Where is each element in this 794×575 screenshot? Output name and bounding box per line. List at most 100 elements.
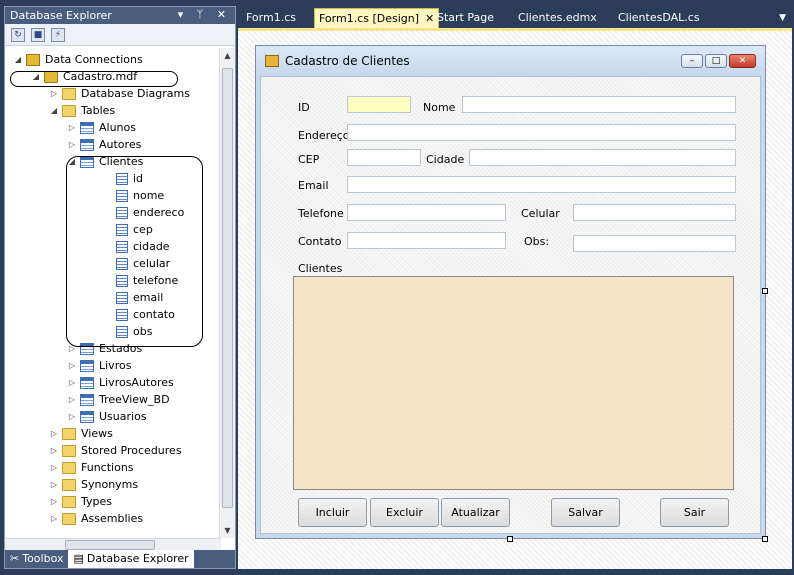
tree-item-contato[interactable]: contato bbox=[103, 306, 175, 323]
tree-item-autores[interactable]: ▷ Autores bbox=[67, 136, 141, 153]
tree-item-label: id bbox=[133, 172, 144, 185]
tree-item-functions[interactable]: ▷ Functions bbox=[49, 459, 134, 476]
tree-item-telefone[interactable]: telefone bbox=[103, 272, 178, 289]
cep-field[interactable] bbox=[347, 149, 421, 166]
incluir-button[interactable]: Incluir bbox=[298, 498, 367, 527]
close-icon[interactable]: ✕ bbox=[425, 12, 434, 25]
tree-item-cidade[interactable]: cidade bbox=[103, 238, 170, 255]
id-label: ID bbox=[298, 101, 310, 114]
tree-item-id[interactable]: id bbox=[103, 170, 143, 187]
tree-item-nome[interactable]: nome bbox=[103, 187, 164, 204]
collapsed-arrow-icon[interactable]: ▷ bbox=[67, 357, 77, 374]
connect-database-icon[interactable]: ⚡ bbox=[51, 27, 65, 42]
tree-item-label: LivrosAutores bbox=[99, 376, 174, 389]
maximize-icon[interactable]: □ bbox=[705, 54, 727, 68]
obs-field[interactable] bbox=[573, 235, 736, 252]
collapsed-arrow-icon[interactable]: ▷ bbox=[49, 442, 59, 459]
scroll-up-icon[interactable]: ▲ bbox=[220, 48, 235, 63]
resize-handle-corner[interactable] bbox=[762, 536, 768, 542]
form-client-area: ID Nome Endereço CEP Cidade Email Telefo… bbox=[260, 76, 761, 534]
tree-item-obs[interactable]: obs bbox=[103, 323, 152, 340]
tree-vertical-scrollbar[interactable]: ▲ ▼ bbox=[219, 48, 235, 538]
tree-item-stored-procedures[interactable]: ▷ Stored Procedures bbox=[49, 442, 182, 459]
tab-clientes-edmx[interactable]: Clientes.edmx bbox=[518, 8, 597, 28]
endereco-field[interactable] bbox=[347, 124, 736, 141]
expanded-arrow-icon[interactable]: ◢ bbox=[49, 102, 59, 119]
tab-form1-design[interactable]: Form1.cs [Design] ✕ bbox=[314, 8, 440, 28]
sair-button[interactable]: Sair bbox=[660, 498, 729, 527]
close-icon[interactable]: ✕ bbox=[729, 54, 756, 68]
scroll-down-icon[interactable]: ▼ bbox=[220, 523, 235, 538]
folder-icon bbox=[62, 478, 76, 491]
expanded-arrow-icon[interactable]: ◢ bbox=[67, 153, 77, 170]
tree-item-clientes[interactable]: ◢ Clientes bbox=[67, 153, 143, 170]
excluir-button[interactable]: Excluir bbox=[370, 498, 439, 527]
contato-field[interactable] bbox=[347, 232, 506, 249]
tab-database-explorer[interactable]: ▤ Database Explorer bbox=[68, 550, 194, 568]
tree-item-endereco[interactable]: endereco bbox=[103, 204, 184, 221]
tree-item-estados[interactable]: ▷ Estados bbox=[67, 340, 142, 357]
minimize-icon[interactable]: – bbox=[681, 54, 703, 68]
tree-item-label: nome bbox=[133, 189, 165, 202]
atualizar-button[interactable]: Atualizar bbox=[441, 498, 510, 527]
folder-icon bbox=[62, 512, 76, 525]
panel-window-controls[interactable]: ▾ ᛘ ✕ bbox=[178, 8, 231, 21]
tree-item-assemblies[interactable]: ▷ Assemblies bbox=[49, 510, 143, 527]
tab-form1-cs[interactable]: Form1.cs bbox=[246, 8, 296, 28]
tree-item-email[interactable]: email bbox=[103, 289, 163, 306]
resize-handle-right[interactable] bbox=[762, 288, 768, 294]
tree-item-tables[interactable]: ◢ Tables bbox=[49, 102, 115, 119]
scroll-thumb[interactable] bbox=[222, 68, 233, 508]
tab-toolbox[interactable]: ✂ Toolbox bbox=[5, 550, 68, 568]
refresh-icon[interactable]: ↻ bbox=[11, 27, 25, 42]
tree-item-livrosautores[interactable]: ▷ LivrosAutores bbox=[67, 374, 174, 391]
collapsed-arrow-icon[interactable]: ▷ bbox=[67, 408, 77, 425]
form-title: Cadastro de Clientes bbox=[285, 54, 410, 68]
collapsed-arrow-icon[interactable]: ▷ bbox=[67, 119, 77, 136]
collapsed-arrow-icon[interactable]: ▷ bbox=[49, 425, 59, 442]
tree-item-synonyms[interactable]: ▷ Synonyms bbox=[49, 476, 138, 493]
tree-item-label: Synonyms bbox=[81, 478, 139, 491]
tree-item-cep[interactable]: cep bbox=[103, 221, 153, 238]
collapsed-arrow-icon[interactable]: ▷ bbox=[67, 340, 77, 357]
collapsed-arrow-icon[interactable]: ▷ bbox=[49, 493, 59, 510]
collapsed-arrow-icon[interactable]: ▷ bbox=[49, 476, 59, 493]
tree-item-label: cidade bbox=[133, 240, 170, 253]
tree-item-label: TreeView_BD bbox=[99, 393, 170, 406]
nome-field[interactable] bbox=[462, 96, 736, 113]
tab-start-page[interactable]: Start Page bbox=[437, 8, 494, 28]
tree-item-database-diagrams[interactable]: ▷ Database Diagrams bbox=[49, 85, 190, 102]
form-window[interactable]: Cadastro de Clientes – □ ✕ ID Nome Ender… bbox=[255, 45, 766, 539]
tab-label: Clientes.edmx bbox=[518, 11, 597, 24]
tab-clientesdal-cs[interactable]: ClientesDAL.cs bbox=[618, 8, 700, 28]
tree-item-cadastro-mdf[interactable]: ◢ Cadastro.mdf bbox=[31, 68, 137, 85]
id-field[interactable] bbox=[347, 96, 411, 113]
collapsed-arrow-icon[interactable]: ▷ bbox=[67, 136, 77, 153]
tree-item-treeview-bd[interactable]: ▷ TreeView_BD bbox=[67, 391, 170, 408]
tab-dropdown-icon[interactable]: ▼ bbox=[779, 8, 786, 28]
clientes-datagrid[interactable] bbox=[293, 276, 734, 490]
celular-field[interactable] bbox=[573, 204, 736, 221]
telefone-field[interactable] bbox=[347, 204, 506, 221]
hscroll-thumb[interactable] bbox=[65, 540, 155, 550]
tree-item-data-connections[interactable]: ◢ Data Connections bbox=[13, 51, 143, 68]
collapsed-arrow-icon[interactable]: ▷ bbox=[67, 391, 77, 408]
collapsed-arrow-icon[interactable]: ▷ bbox=[67, 374, 77, 391]
tree-item-alunos[interactable]: ▷ Alunos bbox=[67, 119, 136, 136]
tree-item-views[interactable]: ▷ Views bbox=[49, 425, 113, 442]
stop-icon[interactable]: ■ bbox=[31, 27, 45, 42]
expanded-arrow-icon[interactable]: ◢ bbox=[13, 51, 23, 68]
salvar-button[interactable]: Salvar bbox=[551, 498, 620, 527]
tree-item-livros[interactable]: ▷ Livros bbox=[67, 357, 132, 374]
tree-item-usuarios[interactable]: ▷ Usuarios bbox=[67, 408, 147, 425]
expanded-arrow-icon[interactable]: ◢ bbox=[31, 68, 41, 85]
obs-label: Obs: bbox=[524, 235, 550, 248]
collapsed-arrow-icon[interactable]: ▷ bbox=[49, 85, 59, 102]
collapsed-arrow-icon[interactable]: ▷ bbox=[49, 459, 59, 476]
email-field[interactable] bbox=[347, 176, 736, 193]
cidade-field[interactable] bbox=[469, 149, 736, 166]
tree-item-celular[interactable]: celular bbox=[103, 255, 170, 272]
collapsed-arrow-icon[interactable]: ▷ bbox=[49, 510, 59, 527]
resize-handle-bottom[interactable] bbox=[507, 536, 513, 542]
tree-item-types[interactable]: ▷ Types bbox=[49, 493, 112, 510]
